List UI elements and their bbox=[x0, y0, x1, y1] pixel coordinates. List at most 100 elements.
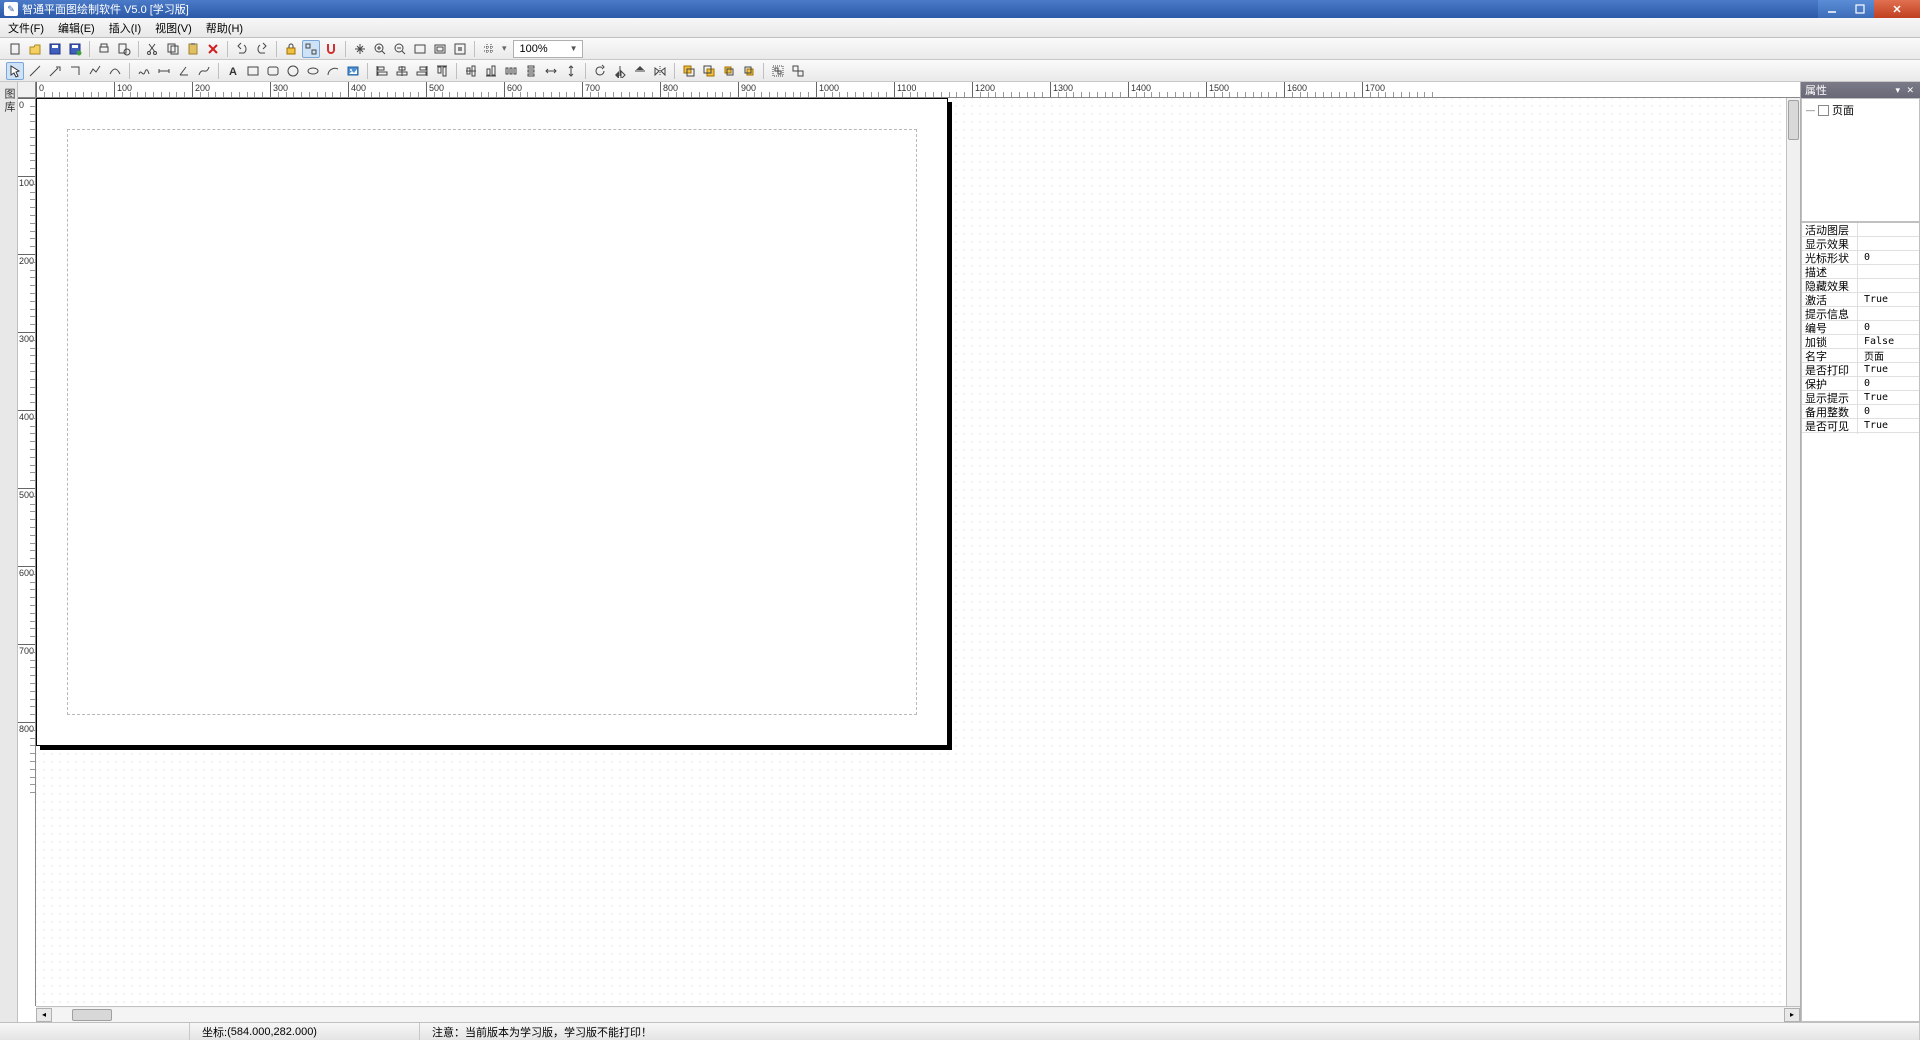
property-value[interactable]: 0 bbox=[1858, 406, 1919, 417]
print-button[interactable] bbox=[95, 40, 113, 58]
polyline-tool[interactable] bbox=[86, 62, 104, 80]
same-width-button[interactable] bbox=[542, 62, 560, 80]
align-top-button[interactable] bbox=[433, 62, 451, 80]
align-bottom-button[interactable] bbox=[482, 62, 500, 80]
copy-button[interactable] bbox=[164, 40, 182, 58]
property-value[interactable]: True bbox=[1858, 364, 1919, 375]
print-preview-button[interactable] bbox=[115, 40, 133, 58]
save-button[interactable] bbox=[46, 40, 64, 58]
rotate-button[interactable] bbox=[591, 62, 609, 80]
redo-button[interactable] bbox=[253, 40, 271, 58]
menu-file[interactable]: 文件(F) bbox=[8, 20, 44, 36]
mirror-button[interactable] bbox=[651, 62, 669, 80]
property-grid[interactable]: 活动图层显示效果光标形状0描述隐藏效果激活True提示信息编号0加锁False名… bbox=[1801, 222, 1920, 1022]
magnet-button[interactable] bbox=[322, 40, 340, 58]
vertical-scrollbar[interactable] bbox=[1786, 98, 1800, 1006]
zoom-combo[interactable]: 100% ▼ bbox=[513, 40, 583, 58]
property-value[interactable]: False bbox=[1858, 336, 1919, 347]
lock-button[interactable] bbox=[282, 40, 300, 58]
scrollbar-thumb[interactable] bbox=[72, 1009, 112, 1021]
menu-help[interactable]: 帮助(H) bbox=[206, 20, 243, 36]
curve-tool[interactable] bbox=[106, 62, 124, 80]
snap-button[interactable] bbox=[302, 40, 320, 58]
group-button[interactable] bbox=[769, 62, 787, 80]
distribute-h-button[interactable] bbox=[502, 62, 520, 80]
scroll-right-button[interactable]: ▸ bbox=[1784, 1008, 1800, 1022]
scroll-left-button[interactable]: ◂ bbox=[36, 1008, 52, 1022]
zoom-sel-button[interactable] bbox=[451, 40, 469, 58]
bring-front-button[interactable] bbox=[680, 62, 698, 80]
drawing-toolbar: A bbox=[0, 60, 1920, 82]
ungroup-button[interactable] bbox=[789, 62, 807, 80]
object-tree[interactable]: — 页面 bbox=[1801, 98, 1920, 222]
property-value[interactable]: 0 bbox=[1858, 252, 1919, 263]
open-rect-tool[interactable] bbox=[66, 62, 84, 80]
horizontal-scrollbar[interactable]: ◂ ▸ bbox=[36, 1006, 1800, 1022]
same-height-button[interactable] bbox=[562, 62, 580, 80]
zoom-in-button[interactable] bbox=[371, 40, 389, 58]
property-value[interactable]: 0 bbox=[1858, 322, 1919, 333]
send-back-button[interactable] bbox=[700, 62, 718, 80]
maximize-button[interactable] bbox=[1846, 0, 1874, 18]
menu-insert[interactable]: 插入(I) bbox=[109, 20, 141, 36]
zoom-out-button[interactable] bbox=[391, 40, 409, 58]
scrollbar-thumb[interactable] bbox=[1788, 100, 1799, 140]
canvas-area[interactable]: 0100200300400500600700800900100011001200… bbox=[18, 82, 1800, 1022]
image-tool[interactable] bbox=[344, 62, 362, 80]
cut-button[interactable] bbox=[144, 40, 162, 58]
flip-h-button[interactable] bbox=[611, 62, 629, 80]
status-cell-1 bbox=[0, 1023, 190, 1040]
library-tab[interactable]: 图库 bbox=[0, 82, 18, 1022]
delete-button[interactable] bbox=[204, 40, 222, 58]
property-value[interactable]: True bbox=[1858, 294, 1919, 305]
send-backward-button[interactable] bbox=[740, 62, 758, 80]
circle-tool[interactable] bbox=[284, 62, 302, 80]
property-key: 是否可见 bbox=[1802, 418, 1858, 434]
arrow-tool[interactable] bbox=[46, 62, 64, 80]
flip-v-button[interactable] bbox=[631, 62, 649, 80]
undo-button[interactable] bbox=[233, 40, 251, 58]
dimension-tool[interactable] bbox=[155, 62, 173, 80]
align-left-button[interactable] bbox=[373, 62, 391, 80]
freehand-tool[interactable] bbox=[135, 62, 153, 80]
property-value[interactable]: True bbox=[1858, 392, 1919, 403]
panel-header: 属性 ▾ ✕ bbox=[1801, 82, 1920, 98]
rect-tool[interactable] bbox=[244, 62, 262, 80]
status-coordinates: 坐标: (584.000,282.000) bbox=[190, 1023, 420, 1040]
zoom-fit-button[interactable] bbox=[411, 40, 429, 58]
menu-edit[interactable]: 编辑(E) bbox=[58, 20, 95, 36]
close-button[interactable] bbox=[1874, 0, 1920, 18]
paste-button[interactable] bbox=[184, 40, 202, 58]
new-button[interactable] bbox=[6, 40, 24, 58]
ellipse-tool[interactable] bbox=[304, 62, 322, 80]
text-tool[interactable]: A bbox=[224, 62, 242, 80]
panel-controls[interactable]: ▾ ✕ bbox=[1895, 85, 1916, 96]
panel-title: 属性 bbox=[1805, 82, 1827, 98]
saveas-button[interactable] bbox=[66, 40, 84, 58]
align-right-button[interactable] bbox=[413, 62, 431, 80]
open-button[interactable] bbox=[26, 40, 44, 58]
align-middle-button[interactable] bbox=[462, 62, 480, 80]
angle-tool[interactable] bbox=[175, 62, 193, 80]
app-icon: ✎ bbox=[4, 2, 18, 16]
grid-button[interactable] bbox=[480, 40, 498, 58]
minimize-button[interactable] bbox=[1818, 0, 1846, 18]
zoom-page-button[interactable] bbox=[431, 40, 449, 58]
bezier-tool[interactable] bbox=[195, 62, 213, 80]
chevron-down-icon: ▼ bbox=[570, 44, 578, 53]
property-value[interactable]: 页面 bbox=[1858, 348, 1919, 363]
tree-root-item[interactable]: — 页面 bbox=[1806, 101, 1915, 119]
pan-button[interactable] bbox=[351, 40, 369, 58]
property-value[interactable]: True bbox=[1858, 420, 1919, 431]
roundrect-tool[interactable] bbox=[264, 62, 282, 80]
align-center-h-button[interactable] bbox=[393, 62, 411, 80]
menu-view[interactable]: 视图(V) bbox=[155, 20, 192, 36]
property-row[interactable]: 是否可见True bbox=[1802, 419, 1919, 433]
drawing-canvas[interactable] bbox=[36, 98, 1800, 1006]
select-tool[interactable] bbox=[6, 62, 24, 80]
bring-forward-button[interactable] bbox=[720, 62, 738, 80]
arc-tool[interactable] bbox=[324, 62, 342, 80]
distribute-v-button[interactable] bbox=[522, 62, 540, 80]
property-value[interactable]: 0 bbox=[1858, 378, 1919, 389]
line-tool[interactable] bbox=[26, 62, 44, 80]
